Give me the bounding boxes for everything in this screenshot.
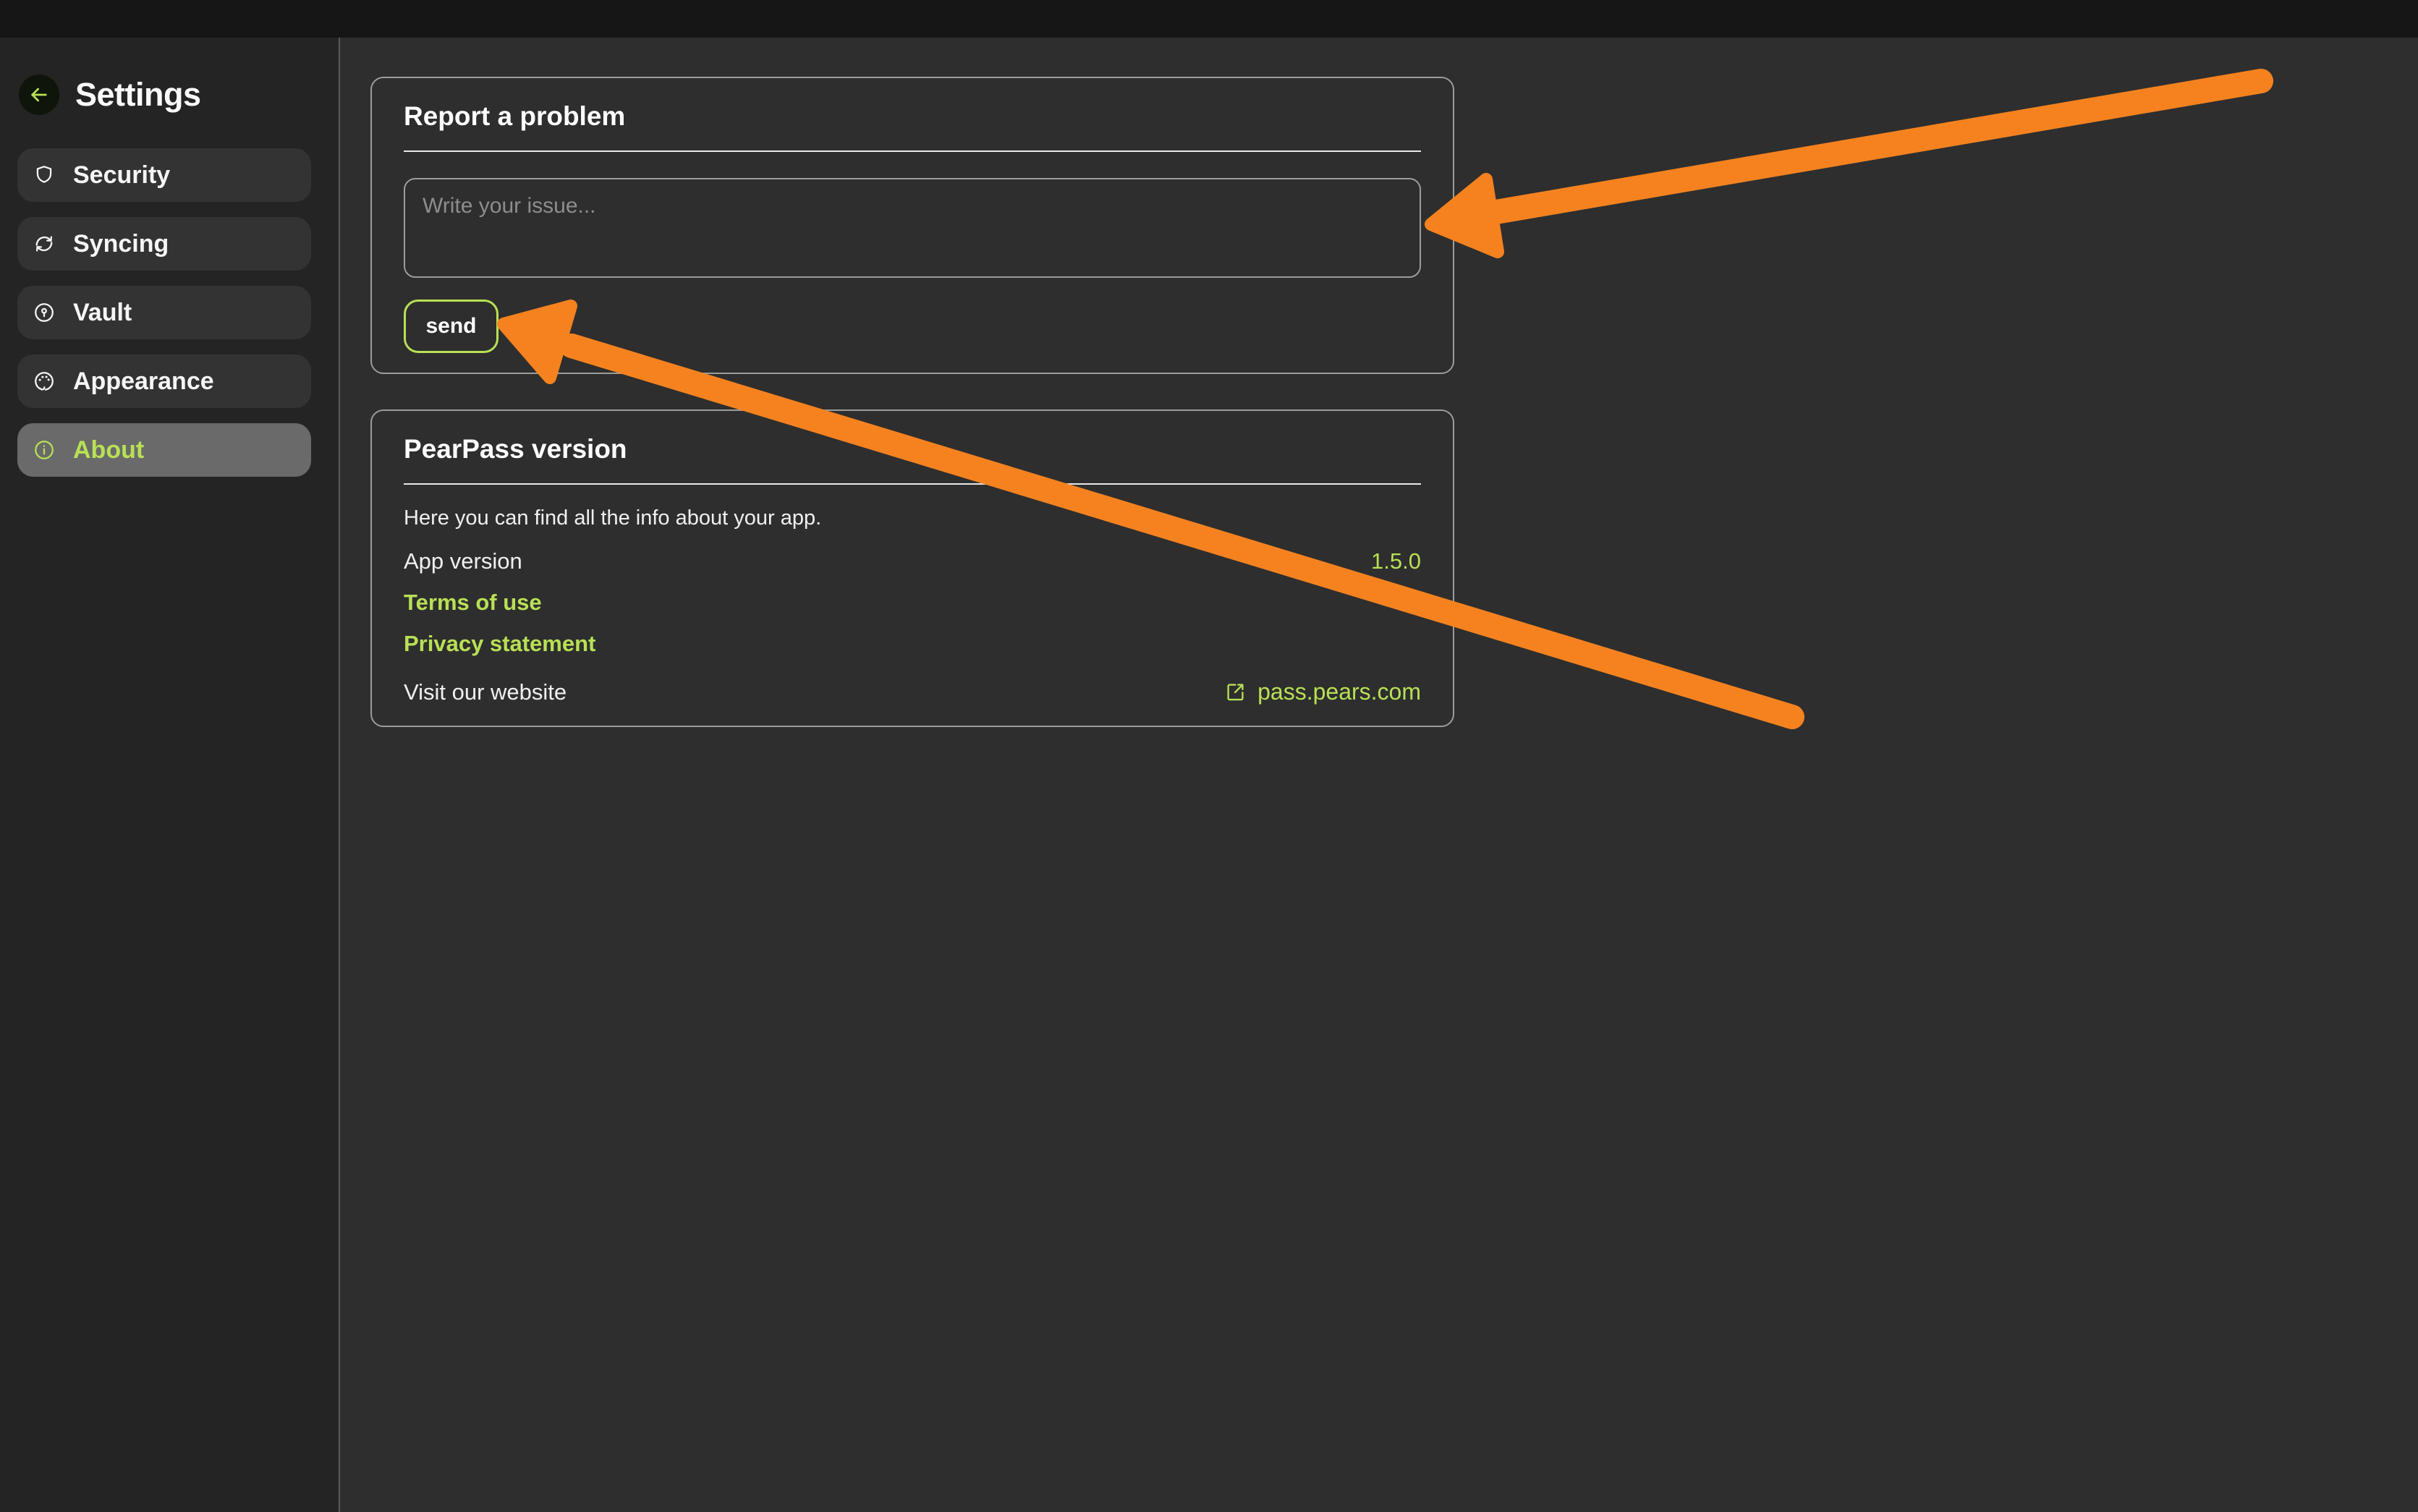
- app-version-value: 1.5.0: [1371, 548, 1421, 574]
- sidebar-item-security[interactable]: Security: [17, 148, 311, 202]
- divider: [404, 150, 1421, 152]
- sidebar-item-label: Appearance: [73, 368, 214, 396]
- palette-icon: [33, 370, 56, 393]
- sidebar-header: Settings: [19, 75, 201, 115]
- sidebar-item-label: About: [73, 436, 144, 464]
- divider: [404, 483, 1421, 485]
- info-icon: [33, 438, 56, 462]
- window-titlebar: [0, 0, 2418, 38]
- version-card: PearPass version Here you can find all t…: [370, 409, 1454, 727]
- sidebar-item-syncing[interactable]: Syncing: [17, 217, 311, 271]
- card-title: PearPass version: [404, 434, 1421, 464]
- settings-page: Settings Security: [0, 0, 2418, 1512]
- sidebar: Settings Security: [0, 38, 340, 1512]
- sidebar-item-label: Security: [73, 161, 170, 190]
- back-button[interactable]: [19, 75, 59, 115]
- sidebar-nav: Security Syncing: [17, 148, 311, 492]
- sidebar-item-label: Vault: [73, 299, 132, 327]
- app-version-label: App version: [404, 548, 522, 574]
- issue-textarea[interactable]: [404, 178, 1421, 278]
- website-link[interactable]: pass.pears.com: [1223, 679, 1421, 705]
- terms-of-use-link[interactable]: Terms of use: [404, 590, 542, 616]
- card-title: Report a problem: [404, 101, 1421, 132]
- shield-icon: [33, 163, 56, 187]
- report-problem-card: Report a problem send: [370, 77, 1454, 374]
- keyhole-icon: [33, 301, 56, 324]
- send-button[interactable]: send: [404, 300, 499, 353]
- sidebar-item-label: Syncing: [73, 230, 169, 258]
- website-url: pass.pears.com: [1257, 679, 1421, 705]
- app-version-row: App version 1.5.0: [404, 548, 1421, 574]
- privacy-statement-link[interactable]: Privacy statement: [404, 631, 595, 657]
- page-title: Settings: [75, 76, 201, 114]
- sidebar-item-appearance[interactable]: Appearance: [17, 354, 311, 408]
- arrow-left-icon: [27, 83, 51, 106]
- version-description: Here you can find all the info about you…: [404, 506, 1421, 530]
- website-label: Visit our website: [404, 679, 567, 705]
- annotation-arrow-to-textarea: [1431, 81, 2261, 252]
- sidebar-item-vault[interactable]: Vault: [17, 286, 311, 339]
- website-row: Visit our website pass.pears.com: [404, 679, 1421, 705]
- external-link-icon: [1223, 680, 1247, 704]
- sidebar-item-about[interactable]: About: [17, 423, 311, 477]
- sync-icon: [33, 232, 56, 255]
